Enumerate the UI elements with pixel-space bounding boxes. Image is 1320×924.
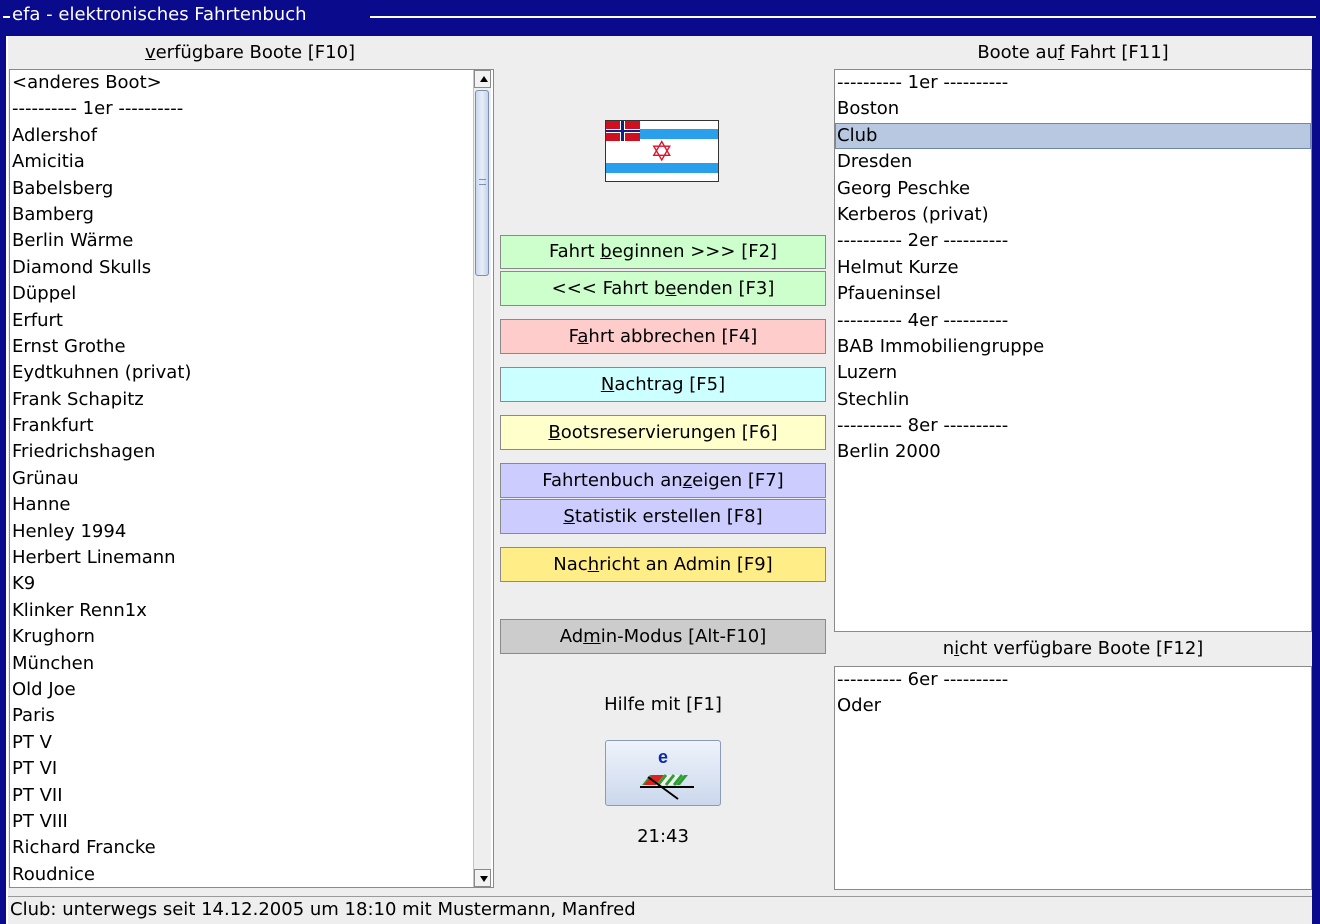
list-item[interactable]: BAB Immobiliengruppe <box>835 334 1311 360</box>
list-item[interactable]: Pfaueninsel <box>835 281 1311 307</box>
efa-logo-icon: e <box>640 747 694 800</box>
grip-icon <box>479 179 486 185</box>
list-item[interactable]: Stechlin <box>835 387 1311 413</box>
list-item[interactable]: PT VIII <box>10 809 472 835</box>
main-content: verfügbare Boote [F10] <anderes Boot> ---… <box>8 36 1312 924</box>
list-item[interactable]: Club <box>835 122 1311 150</box>
list-item[interactable]: Babelsberg <box>10 176 472 202</box>
efa-logo-button[interactable]: e <box>605 740 721 806</box>
list-item[interactable]: Herbert Linemann <box>10 545 472 571</box>
svg-text:e: e <box>658 747 668 767</box>
list-item[interactable]: Georg Peschke <box>835 176 1311 202</box>
available-boats-label: verfügbare Boote [F10] <box>144 42 356 63</box>
list-item[interactable]: Ernst Grothe <box>10 334 472 360</box>
list-item[interactable]: Boston <box>835 96 1311 122</box>
message-admin-button[interactable]: Nachricht an Admin [F9] <box>500 547 826 582</box>
unavailable-boats-label: nicht verfügbare Boote [F12] <box>942 638 1204 659</box>
list-item[interactable]: Frank Schapitz <box>10 387 472 413</box>
list-item[interactable]: Bamberg <box>10 202 472 228</box>
status-bar: Club: unterwegs seit 14.12.2005 um 18:10… <box>8 896 1312 924</box>
help-hint: Hilfe mit [F1] <box>604 694 722 715</box>
list-item[interactable]: Richard Francke <box>10 835 472 861</box>
list-item[interactable]: Henley 1994 <box>10 519 472 545</box>
scroll-down-button[interactable] <box>474 869 491 887</box>
list-item[interactable]: Roudnice <box>10 862 472 887</box>
late-entry-button[interactable]: Nachtrag [F5] <box>500 367 826 402</box>
club-flag-icon: ✡ <box>605 120 719 182</box>
list-item[interactable]: PT VI <box>10 756 472 782</box>
list-item[interactable]: Eydtkuhnen (privat) <box>10 360 472 386</box>
list-item[interactable]: Kerberos (privat) <box>835 202 1311 228</box>
admin-mode-button[interactable]: Admin-Modus [Alt-F10] <box>500 619 826 654</box>
boats-on-trip-label: Boote auf Fahrt [F11] <box>977 42 1169 63</box>
title-bar-line-left <box>3 16 10 18</box>
list-item[interactable]: Amicitia <box>10 149 472 175</box>
list-item[interactable]: ---------- 8er ---------- <box>835 413 1311 439</box>
scroll-up-button[interactable] <box>474 70 491 88</box>
arrow-down-icon <box>480 876 488 882</box>
list-item[interactable]: Krughorn <box>10 624 472 650</box>
list-item[interactable]: PT V <box>10 730 472 756</box>
list-item[interactable]: Luzern <box>835 360 1311 386</box>
title-bar-line-right <box>370 16 1316 18</box>
flag-canton <box>606 121 640 141</box>
list-item[interactable]: Old Joe <box>10 677 472 703</box>
end-trip-button[interactable]: <<< Fahrt beenden [F3] <box>500 271 826 306</box>
title-bar[interactable]: efa - elektronisches Fahrtenbuch <box>0 0 1320 36</box>
list-item[interactable]: Grünau <box>10 466 472 492</box>
list-item[interactable]: Oder <box>835 693 1311 719</box>
list-item[interactable]: Adlershof <box>10 123 472 149</box>
arrow-up-icon <box>480 76 488 82</box>
list-item[interactable]: Dresden <box>835 149 1311 175</box>
list-item[interactable]: Paris <box>10 703 472 729</box>
list-item[interactable]: <anderes Boot> <box>10 70 472 96</box>
start-trip-button[interactable]: Fahrt beginnen >>> [F2] <box>500 235 826 269</box>
list-item[interactable]: Diamond Skulls <box>10 255 472 281</box>
show-logbook-button[interactable]: Fahrtenbuch anzeigen [F7] <box>500 463 826 498</box>
list-item[interactable]: Frankfurt <box>10 413 472 439</box>
list-item[interactable]: Helmut Kurze <box>835 255 1311 281</box>
list-item[interactable]: München <box>10 651 472 677</box>
list-item[interactable]: Berlin Wärme <box>10 228 472 254</box>
list-item[interactable]: K9 <box>10 571 472 597</box>
list-item[interactable]: Hanne <box>10 492 472 518</box>
list-item[interactable]: ---------- 6er ---------- <box>835 667 1311 693</box>
window-title: efa - elektronisches Fahrtenbuch <box>12 4 307 25</box>
list-item[interactable]: Berlin 2000 <box>835 439 1311 465</box>
unavailable-boats-list[interactable]: ---------- 6er ---------- Oder <box>834 666 1312 890</box>
window-frame-right <box>1312 0 1320 924</box>
list-item[interactable]: ---------- 2er ---------- <box>835 228 1311 254</box>
list-item[interactable]: Klinker Renn1x <box>10 598 472 624</box>
list-item[interactable]: PT VII <box>10 783 472 809</box>
clock: 21:43 <box>637 826 689 847</box>
list-item[interactable]: Düppel <box>10 281 472 307</box>
canton-cross-inner-horizontal <box>606 130 640 132</box>
list-item[interactable]: ---------- 1er ---------- <box>10 96 472 122</box>
cancel-trip-button[interactable]: Fahrt abbrechen [F4] <box>500 319 826 354</box>
list-item[interactable]: ---------- 1er ---------- <box>835 70 1311 96</box>
reservations-button[interactable]: Bootsreservierungen [F6] <box>500 415 826 450</box>
star-icon: ✡ <box>650 135 674 168</box>
available-boats-scrollbar[interactable] <box>473 70 491 887</box>
scroll-thumb[interactable] <box>475 90 489 276</box>
boats-on-trip-list[interactable]: ---------- 1er ---------- Boston Club Dresd… <box>834 69 1312 632</box>
statistics-button[interactable]: Statistik erstellen [F8] <box>500 499 826 534</box>
list-item[interactable]: ---------- 4er ---------- <box>835 308 1311 334</box>
list-item[interactable]: Friedrichshagen <box>10 439 472 465</box>
list-item[interactable]: Erfurt <box>10 308 472 334</box>
available-boats-list[interactable]: <anderes Boot> ---------- 1er ---------- A… <box>9 69 494 888</box>
